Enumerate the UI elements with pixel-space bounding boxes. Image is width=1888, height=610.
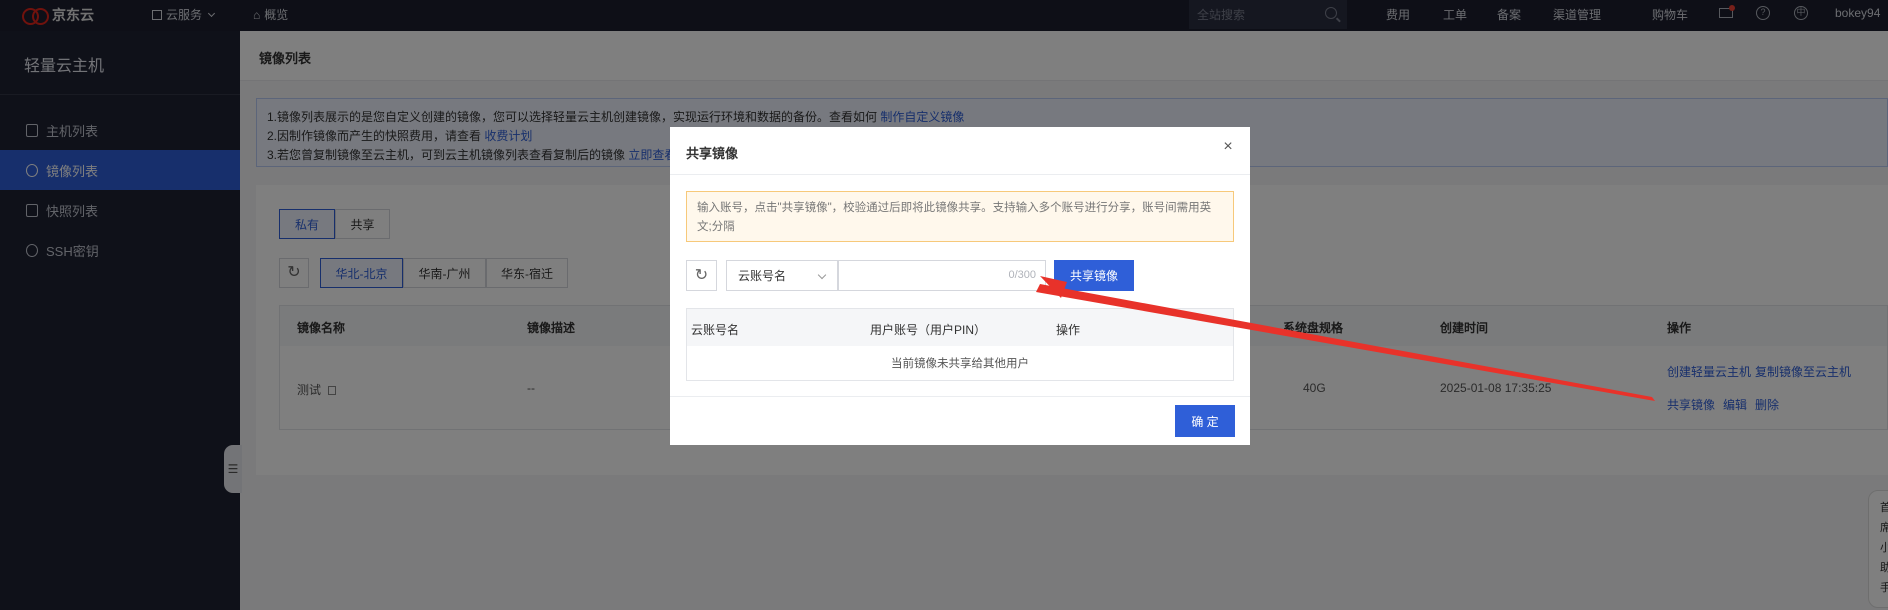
dialog-refresh-button[interactable]: ↻ [686,260,717,291]
account-input[interactable] [839,261,989,290]
shared-table-header: 云账号名 用户账号（用户PIN） 操作 [687,309,1233,346]
refresh-icon: ↻ [694,266,709,284]
empty-state-text: 当前镜像未共享给其他用户 [891,358,1029,370]
dialog-footer-divider [670,396,1250,397]
account-type-select[interactable]: 云账号名 [726,260,838,291]
account-input-wrapper: 0/300 [838,260,1046,291]
share-image-dialog: 共享镜像 × 输入账号，点击"共享镜像"，校验通过后即将此镜像共享。支持输入多个… [670,127,1250,445]
chevron-down-icon [817,270,827,280]
share-notice: 输入账号，点击"共享镜像"，校验通过后即将此镜像共享。支持输入多个账号进行分享，… [686,191,1234,242]
dialog-title: 共享镜像 [686,146,739,161]
close-icon[interactable]: × [1220,139,1236,155]
confirm-button[interactable]: 确 定 [1175,405,1235,437]
char-counter: 0/300 [1008,269,1036,281]
share-image-button[interactable]: 共享镜像 [1054,260,1134,291]
shared-accounts-table: 云账号名 用户账号（用户PIN） 操作 当前镜像未共享给其他用户 [686,308,1234,381]
col-cloud-account: 云账号名 [691,323,740,337]
dialog-header: 共享镜像 × [670,127,1250,175]
col-operation: 操作 [1056,323,1081,337]
account-type-value: 云账号名 [738,269,787,283]
col-user-pin: 用户账号（用户PIN） [870,323,987,337]
